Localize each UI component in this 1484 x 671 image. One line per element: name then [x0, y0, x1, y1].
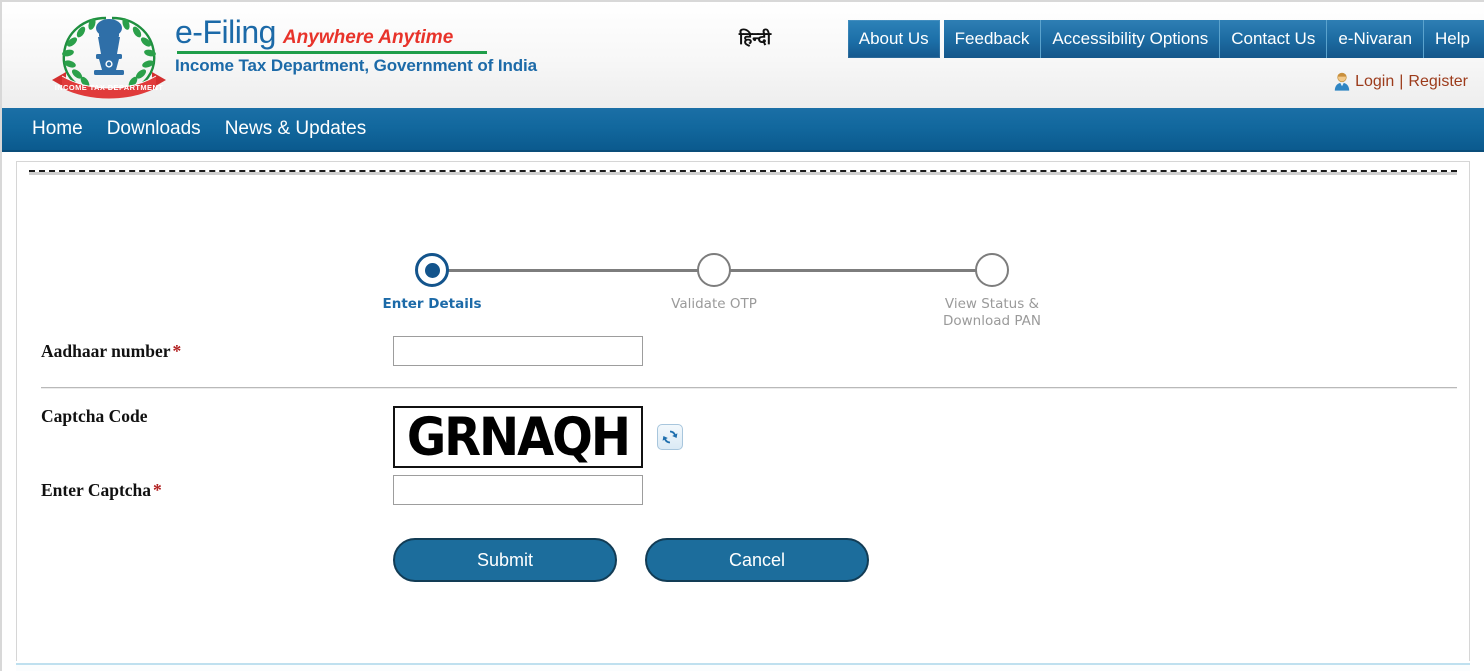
stepper-step-view-status[interactable]: View Status & Download PAN [912, 253, 1072, 330]
account-separator: | [1399, 72, 1404, 90]
mainnav-item-home[interactable]: Home [32, 118, 83, 140]
enter-captcha-label: Enter Captcha * [41, 480, 393, 501]
hindi-language-link[interactable]: हिन्दी [739, 26, 771, 49]
svg-text:INCOME TAX DEPARTMENT: INCOME TAX DEPARTMENT [55, 83, 164, 92]
aadhaar-required-mark: * [172, 340, 182, 361]
captcha-code-row: Captcha Code GRNAQH [29, 402, 1457, 468]
top-utility-nav: About Us Feedback Accessibility Options … [847, 20, 1484, 58]
stepper-step-validate-otp[interactable]: Validate OTP [634, 253, 794, 313]
stepper-dot-icon [697, 253, 731, 287]
topnav-item-help[interactable]: Help [1424, 20, 1484, 58]
captcha-image: GRNAQH [393, 406, 643, 468]
topnav-item-about-us[interactable]: About Us [847, 20, 940, 58]
form-actions: Submit Cancel [29, 538, 1457, 582]
form-panel: Enter Details Validate OTP View Status &… [16, 161, 1470, 661]
stepper-dot-icon [975, 253, 1009, 287]
topnav-item-e-nivaran[interactable]: e-Nivaran [1327, 20, 1425, 58]
topnav-item-contact-us[interactable]: Contact Us [1220, 20, 1328, 58]
enter-captcha-input[interactable] [393, 475, 643, 505]
department-line: Income Tax Department, Government of Ind… [175, 56, 537, 75]
brand-tagline: Anywhere Anytime [282, 27, 454, 48]
aadhaar-label-text: Aadhaar number [41, 340, 171, 361]
brand-name: e-Filing [175, 14, 276, 50]
account-bar: Login | Register [1333, 72, 1468, 91]
stepper-dot-active-icon [415, 253, 449, 287]
india-emblem-income-tax-logo-icon: INCOME TAX DEPARTMENT [44, 6, 174, 100]
brand-green-rule [177, 51, 487, 54]
submit-button[interactable]: Submit [393, 538, 617, 582]
captcha-code-label: Captcha Code [41, 406, 148, 426]
user-avatar-icon [1334, 72, 1350, 91]
stepper-label-view-status: View Status & Download PAN [942, 296, 1041, 329]
topnav-item-feedback[interactable]: Feedback [943, 20, 1042, 58]
cancel-button[interactable]: Cancel [645, 538, 869, 582]
progress-stepper: Enter Details Validate OTP View Status &… [29, 219, 1457, 329]
topnav-item-accessibility-options[interactable]: Accessibility Options [1041, 20, 1221, 58]
login-link[interactable]: Login [1355, 73, 1394, 91]
refresh-captcha-icon[interactable] [657, 424, 683, 450]
register-link[interactable]: Register [1408, 73, 1468, 91]
enter-captcha-row: Enter Captcha * [29, 468, 1457, 512]
stepper-step-enter-details[interactable]: Enter Details [352, 253, 512, 313]
mainnav-item-news-and-updates[interactable]: News & Updates [225, 118, 367, 140]
aadhaar-label: Aadhaar number * [41, 341, 393, 362]
captcha-code-text: GRNAQH [406, 406, 631, 468]
page-root: INCOME TAX DEPARTMENT e-Filing Anywhere A… [0, 0, 1484, 671]
stepper-label-enter-details: Enter Details [382, 296, 482, 312]
form-section-divider [41, 387, 1457, 388]
aadhaar-row: Aadhaar number * [29, 329, 1457, 373]
site-header: INCOME TAX DEPARTMENT e-Filing Anywhere A… [2, 2, 1484, 108]
content-area: Enter Details Validate OTP View Status &… [2, 152, 1484, 671]
enter-captcha-label-text: Enter Captcha [41, 479, 152, 500]
mainnav-item-downloads[interactable]: Downloads [107, 118, 201, 140]
main-navigation: Home Downloads News & Updates [2, 108, 1484, 152]
panel-bottom-strip [16, 663, 1470, 671]
enter-captcha-required-mark: * [153, 479, 162, 500]
brand-title-block: e-Filing Anywhere Anytime Income Tax Depa… [175, 16, 537, 76]
stepper-label-validate-otp: Validate OTP [671, 296, 757, 312]
aadhaar-number-input[interactable] [393, 336, 643, 366]
panel-divider-shadow [29, 172, 1457, 175]
site-logo[interactable]: INCOME TAX DEPARTMENT [44, 6, 174, 100]
